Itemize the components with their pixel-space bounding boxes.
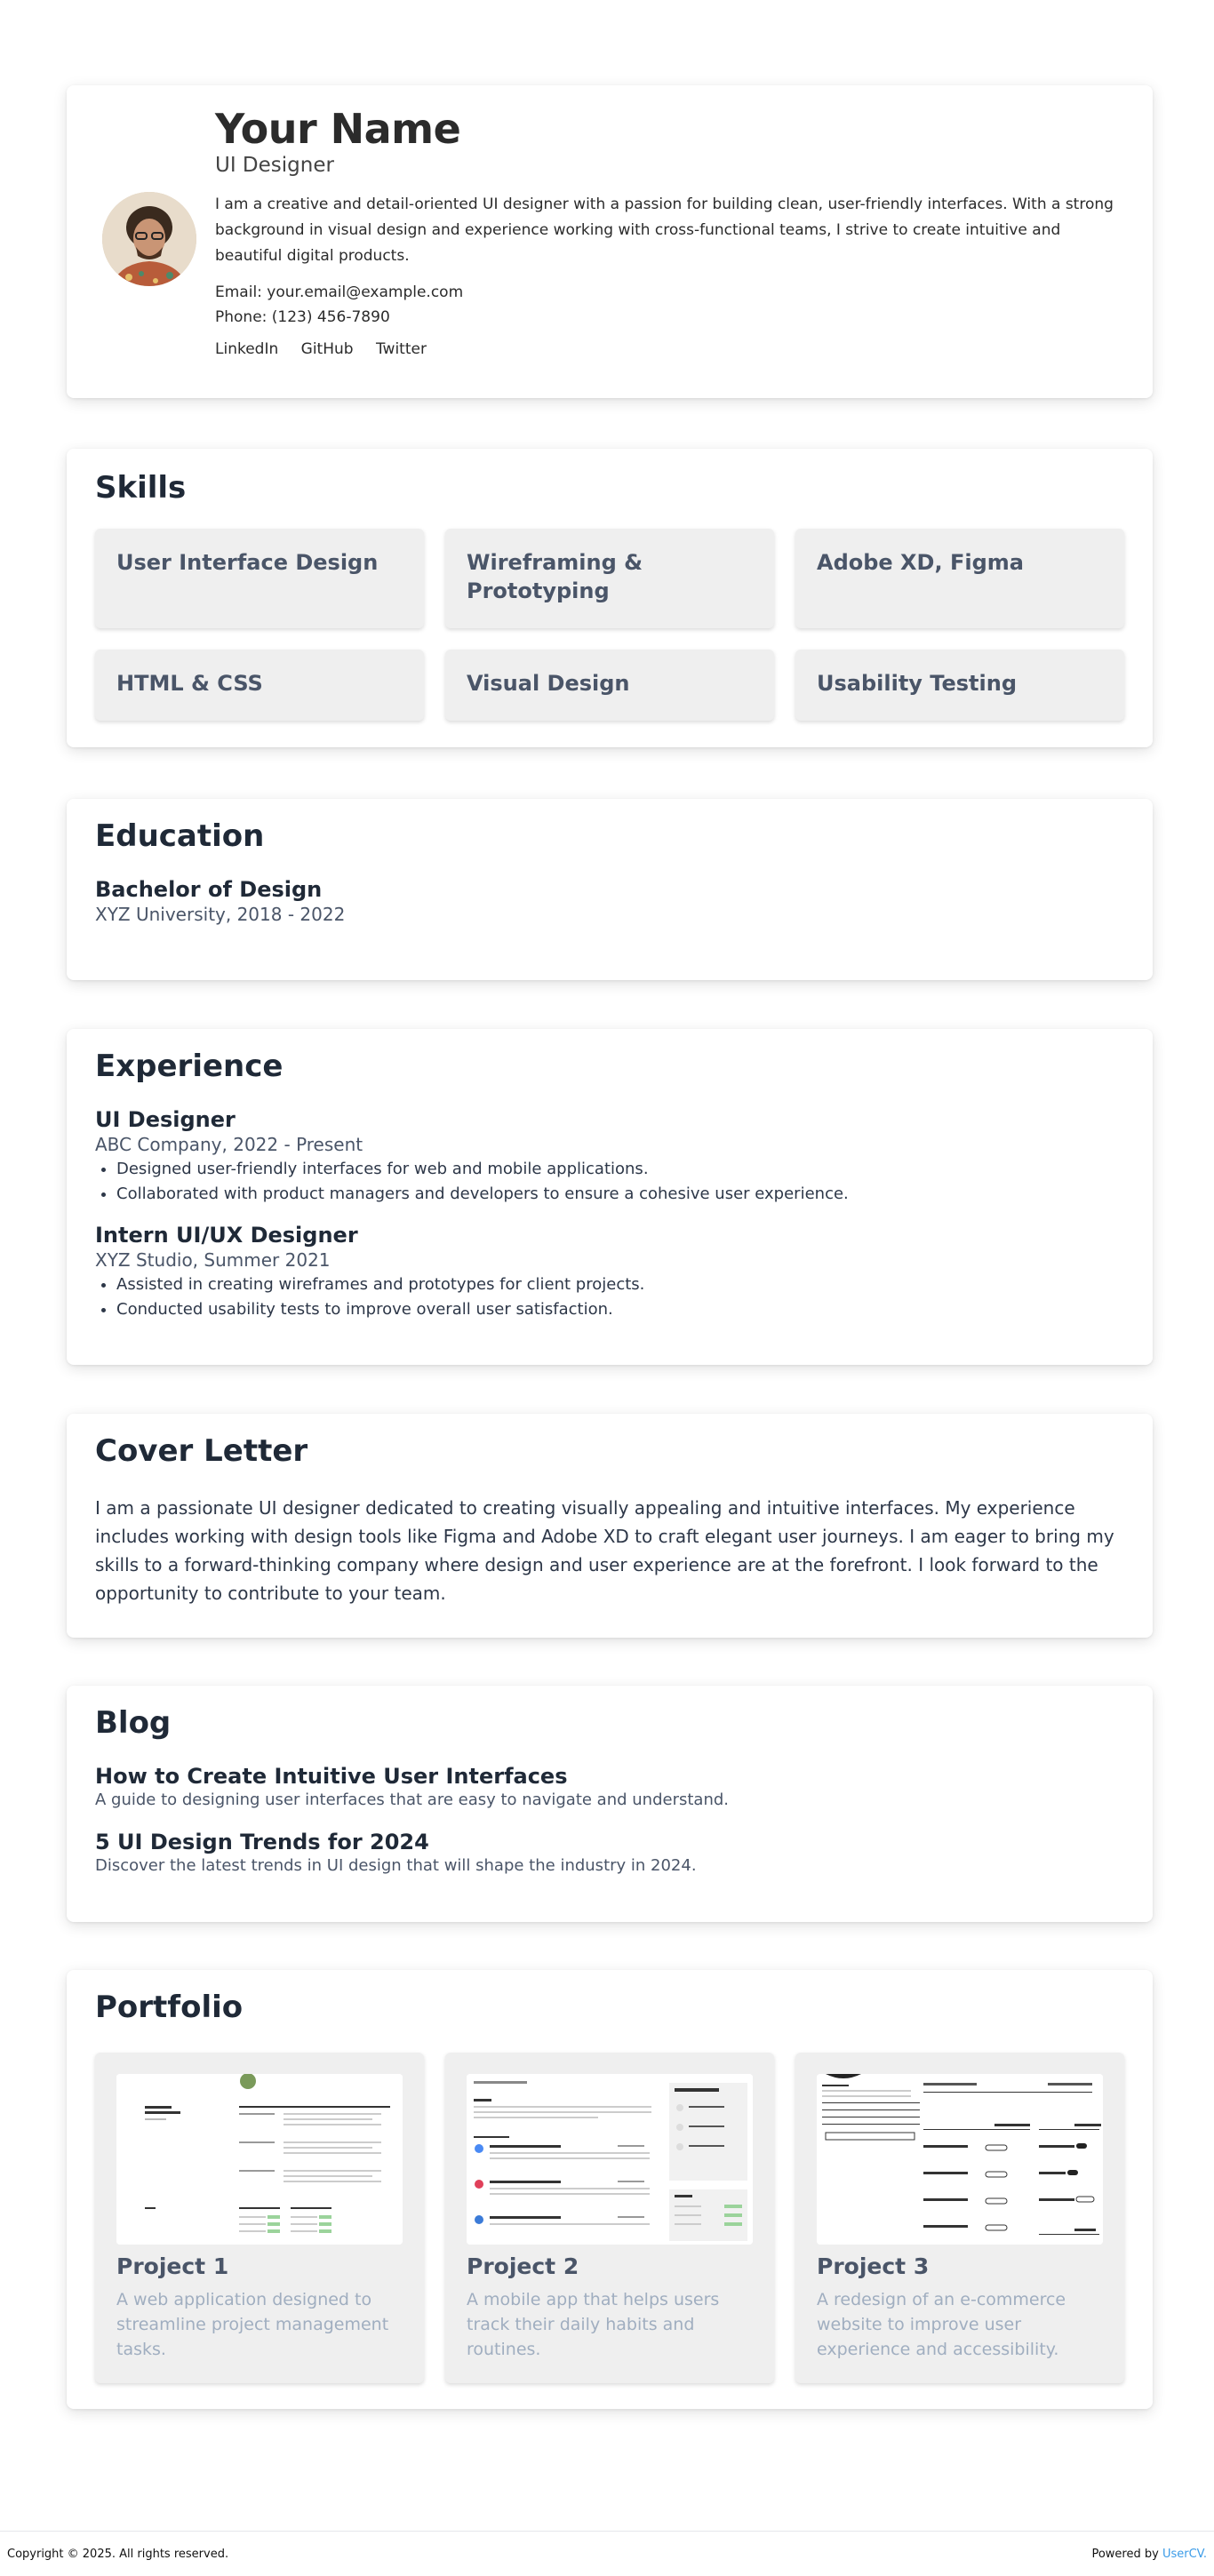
skill-card: Usability Testing bbox=[795, 650, 1124, 721]
job-company: ABC Company, 2022 - Present bbox=[95, 1134, 363, 1155]
profile-name: Your Name bbox=[215, 105, 461, 153]
skill-card: User Interface Design bbox=[95, 529, 424, 628]
profile-about: I am a creative and detail-oriented UI d… bbox=[215, 195, 1114, 265]
powered-by: Powered by UserCV. bbox=[1091, 2548, 1207, 2561]
project-thumbnail bbox=[116, 2074, 403, 2245]
portfolio-section: Portfolio Project 1 A web application de… bbox=[67, 1970, 1153, 2409]
education-title: Education bbox=[95, 818, 265, 854]
copyright-text: Copyright © 2025. All rights reserved. bbox=[7, 2548, 229, 2561]
cover-letter-title: Cover Letter bbox=[95, 1433, 308, 1469]
job-title: UI Designer bbox=[95, 1107, 236, 1132]
profile-email: Email: your.email@example.com bbox=[215, 283, 464, 301]
project-title: Project 1 bbox=[116, 2253, 229, 2279]
degree-title: Bachelor of Design bbox=[95, 877, 323, 902]
github-link[interactable]: GitHub bbox=[301, 340, 354, 358]
project-title: Project 3 bbox=[817, 2253, 930, 2279]
usercv-link[interactable]: UserCV. bbox=[1162, 2548, 1207, 2561]
education-section: Education Bachelor of Design XYZ Univers… bbox=[67, 799, 1153, 980]
linkedin-link[interactable]: LinkedIn bbox=[215, 340, 278, 358]
job-bullets: Designed user-friendly interfaces for we… bbox=[95, 1157, 1126, 1207]
list-item: Collaborated with product managers and d… bbox=[116, 1182, 1126, 1207]
experience-section: Experience UI Designer ABC Company, 2022… bbox=[67, 1029, 1153, 1365]
blog-section: Blog How to Create Intuitive User Interf… bbox=[67, 1686, 1153, 1922]
project-card[interactable]: Project 3 A redesign of an e-commerce we… bbox=[795, 2053, 1124, 2383]
profile-role: UI Designer bbox=[215, 153, 334, 177]
skills-title: Skills bbox=[95, 470, 187, 506]
project-thumbnail bbox=[817, 2074, 1103, 2245]
list-item: Designed user-friendly interfaces for we… bbox=[116, 1157, 1126, 1182]
cover-letter-text: I am a passionate UI designer dedicated … bbox=[95, 1497, 1114, 1604]
blog-title: Blog bbox=[95, 1705, 172, 1741]
project-desc: A web application designed to streamline… bbox=[116, 2290, 389, 2359]
cover-letter-section: Cover Letter I am a passionate UI design… bbox=[67, 1414, 1153, 1638]
project-desc: A redesign of an e-commerce website to i… bbox=[817, 2290, 1066, 2359]
social-links: LinkedIn GitHub Twitter bbox=[215, 340, 1122, 358]
job-title: Intern UI/UX Designer bbox=[95, 1223, 358, 1248]
job-bullets: Assisted in creating wireframes and prot… bbox=[95, 1272, 1126, 1322]
blog-post-desc: A guide to designing user interfaces tha… bbox=[95, 1790, 729, 1809]
footer: Copyright © 2025. All rights reserved. P… bbox=[0, 2531, 1214, 2576]
skill-card: Visual Design bbox=[445, 650, 774, 721]
skill-card: Adobe XD, Figma bbox=[795, 529, 1124, 628]
school-info: XYZ University, 2018 - 2022 bbox=[95, 904, 346, 925]
blog-post-title[interactable]: How to Create Intuitive User Interfaces bbox=[95, 1764, 1126, 1789]
list-item: Conducted usability tests to improve ove… bbox=[116, 1297, 1126, 1322]
blog-post-title[interactable]: 5 UI Design Trends for 2024 bbox=[95, 1830, 1126, 1854]
twitter-link[interactable]: Twitter bbox=[376, 340, 427, 358]
list-item: Assisted in creating wireframes and prot… bbox=[116, 1272, 1126, 1297]
skills-section: Skills User Interface Design Wireframing… bbox=[67, 449, 1153, 747]
project-title: Project 2 bbox=[467, 2253, 579, 2279]
blog-post-desc: Discover the latest trends in UI design … bbox=[95, 1856, 697, 1875]
job-company: XYZ Studio, Summer 2021 bbox=[95, 1249, 331, 1271]
experience-title: Experience bbox=[95, 1049, 284, 1084]
project-thumbnail bbox=[467, 2074, 753, 2245]
project-card[interactable]: Project 2 A mobile app that helps users … bbox=[445, 2053, 774, 2383]
project-desc: A mobile app that helps users track thei… bbox=[467, 2290, 720, 2359]
powered-by-prefix: Powered by bbox=[1091, 2548, 1162, 2561]
project-card[interactable]: Project 1 A web application designed to … bbox=[95, 2053, 424, 2383]
skill-card: Wireframing & Prototyping bbox=[445, 529, 774, 628]
avatar bbox=[102, 192, 196, 286]
skill-card: HTML & CSS bbox=[95, 650, 424, 721]
profile-phone: Phone: (123) 456-7890 bbox=[215, 307, 390, 326]
portfolio-title: Portfolio bbox=[95, 1990, 244, 2025]
profile-card: Your Name UI Designer I am a creative an… bbox=[67, 85, 1153, 398]
